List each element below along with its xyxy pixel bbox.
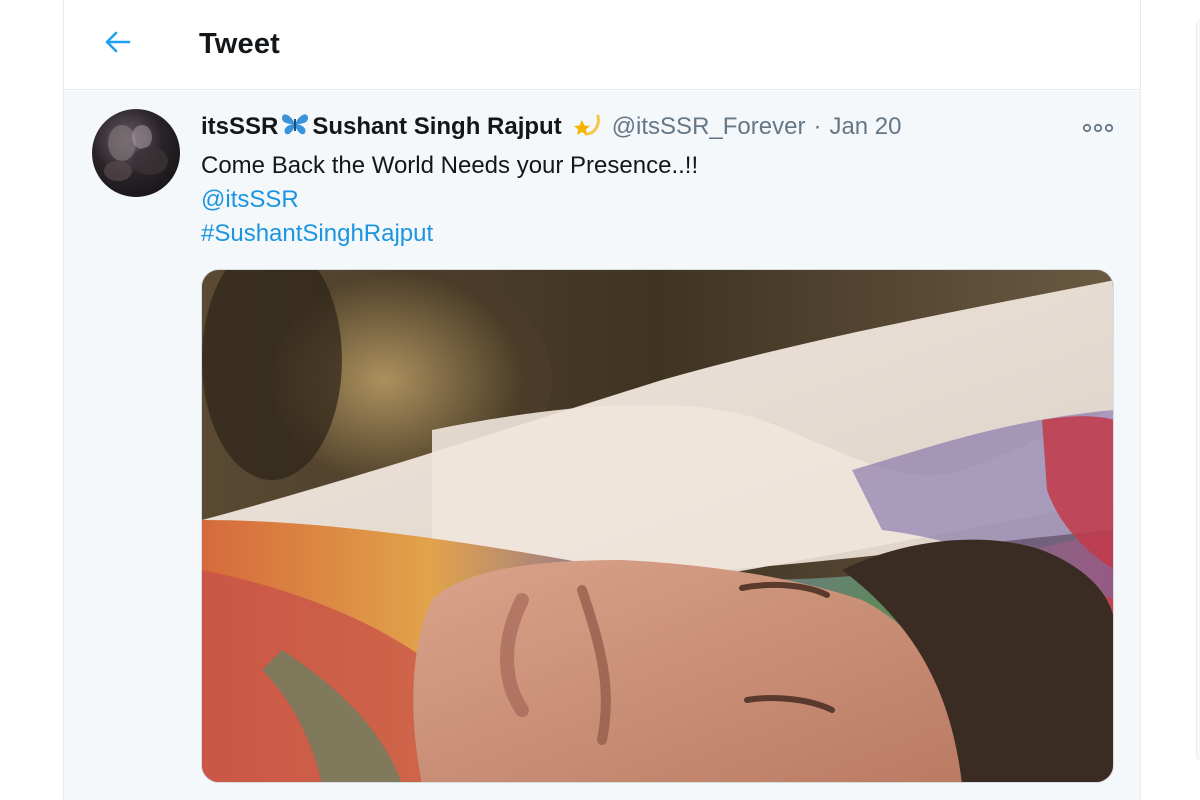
tweet-body: Come Back the World Needs your Presence.… bbox=[201, 149, 698, 251]
separator-dot: · bbox=[813, 113, 822, 140]
user-handle[interactable]: @itsSSR_Forever bbox=[612, 113, 806, 141]
arrow-left-icon bbox=[105, 31, 131, 53]
shooting-star-icon bbox=[572, 110, 602, 145]
more-options-icon bbox=[1082, 123, 1114, 133]
tweet-author-line: itsSSR Sushant Singh Rajput @itsSSR_Fore… bbox=[201, 111, 902, 143]
right-gutter bbox=[1142, 0, 1200, 800]
back-button[interactable] bbox=[98, 22, 138, 62]
display-name[interactable]: Sushant Singh Rajput bbox=[312, 113, 561, 141]
tweet-text: Come Back the World Needs your Presence.… bbox=[201, 152, 699, 179]
page-title: Tweet bbox=[199, 28, 281, 60]
avatar[interactable] bbox=[92, 109, 180, 197]
mention-link[interactable]: @itsSSR bbox=[201, 183, 698, 217]
more-options-button[interactable] bbox=[1078, 113, 1118, 143]
side-panel-edge bbox=[1196, 20, 1200, 760]
display-name-prefix[interactable]: itsSSR bbox=[201, 113, 278, 141]
tweet-date[interactable]: Jan 20 bbox=[829, 113, 901, 141]
page-header: Tweet bbox=[64, 0, 1140, 90]
tweet-column: Tweet itsSSR Sushant Singh Rajput @itsSS… bbox=[63, 0, 1141, 800]
hashtag-link[interactable]: #SushantSinghRajput bbox=[201, 217, 698, 251]
butterfly-icon bbox=[280, 111, 310, 144]
tweet-card[interactable]: itsSSR Sushant Singh Rajput @itsSSR_Fore… bbox=[64, 91, 1140, 800]
tweet-media-image[interactable] bbox=[201, 269, 1114, 783]
left-gutter bbox=[0, 0, 63, 800]
